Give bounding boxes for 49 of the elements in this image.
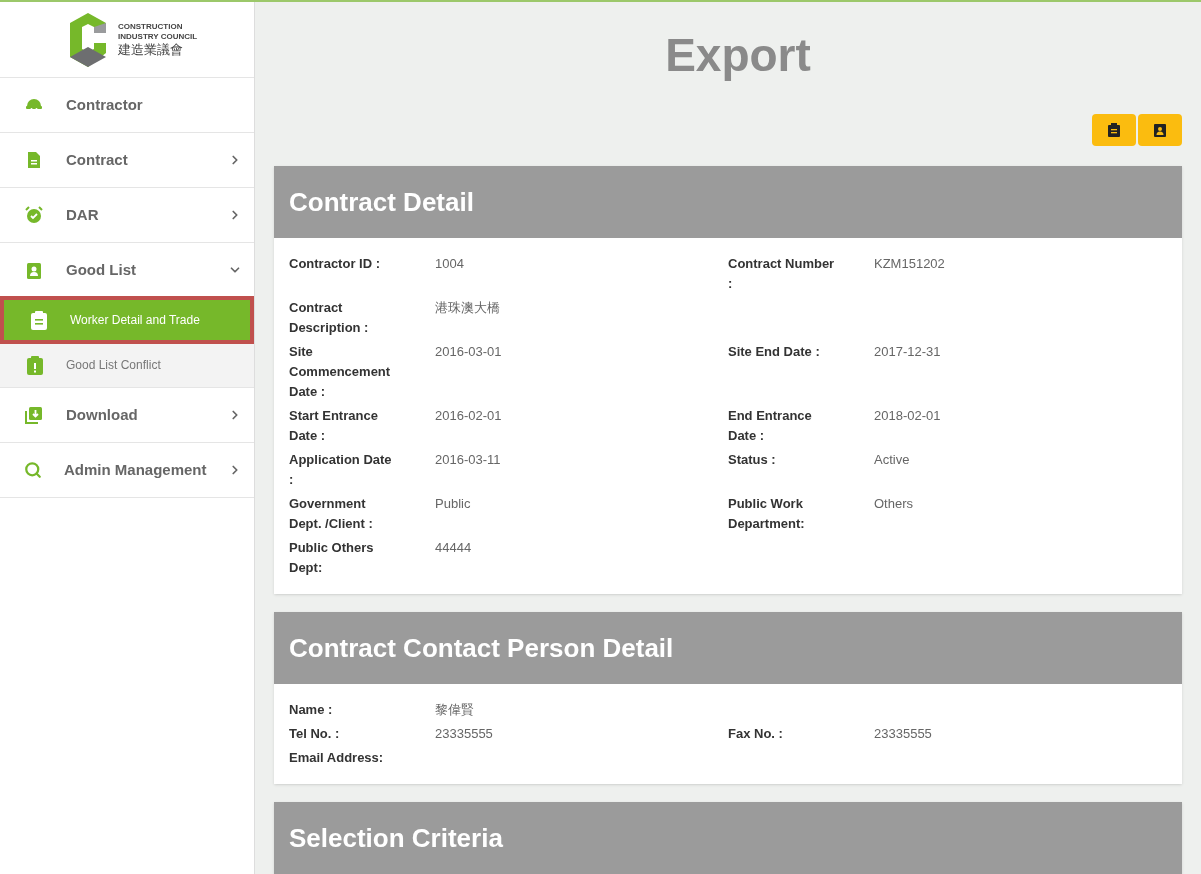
field-value: 2016-03-11 <box>435 451 501 469</box>
field-value: 1004 <box>435 255 464 273</box>
clipboard-icon <box>1108 123 1120 137</box>
field-label: Contract Description : <box>289 299 370 337</box>
logo-chinese-text: 建造業議會 <box>118 41 184 58</box>
clipboard-icon <box>30 310 48 330</box>
field-label: Fax No. : <box>728 725 784 743</box>
export-clipboard-button[interactable] <box>1092 114 1136 146</box>
section-header: Contract Detail <box>274 166 1182 238</box>
field-value: Active <box>874 451 910 469</box>
field-label: Site Commencement Date : <box>289 343 392 401</box>
field-label: Public Work Department: <box>728 495 806 533</box>
alarm-clock-icon <box>24 205 44 225</box>
logo-text: CONSTRUCTION <box>118 21 184 32</box>
field-label: Site End Date : <box>728 343 821 361</box>
logo-text: INDUSTRY COUNCIL <box>118 31 198 42</box>
field-value: Public <box>435 495 471 513</box>
field-label: Public Others Dept: <box>289 539 375 577</box>
page-title: Export <box>664 30 811 80</box>
section-header: Contract Contact Person Detail <box>274 612 1182 684</box>
field-label: End Entrance Date : <box>728 407 813 445</box>
field-value: 2017-12-31 <box>874 343 941 361</box>
badge-person-icon <box>1154 123 1166 137</box>
search-icon <box>24 461 42 479</box>
field-label: Name : <box>289 701 334 719</box>
field-value: 2016-03-01 <box>435 343 502 361</box>
field-label: Status : <box>728 451 777 469</box>
field-label: Application Date : <box>289 451 393 489</box>
field-value: 23335555 <box>874 725 932 743</box>
field-label: Government Dept. /Client : <box>289 495 374 533</box>
sidebar-subitem[interactable]: Good List Conflict <box>0 342 254 387</box>
field-label: Contractor ID : <box>289 255 381 273</box>
field-value: 黎偉賢 <box>435 701 474 719</box>
clipboard-person-icon <box>24 260 44 280</box>
field-label: Email Address: <box>289 749 385 767</box>
download-icon <box>24 405 44 425</box>
field-value: 44444 <box>435 539 472 557</box>
field-value: 2016-02-01 <box>435 407 502 425</box>
field-label: Contract Number : <box>728 255 836 293</box>
field-value: KZM151202 <box>874 255 945 273</box>
field-label: Start Entrance Date : <box>289 407 379 445</box>
field-value: Others <box>874 495 913 513</box>
field-value: 23335555 <box>435 725 493 743</box>
export-person-button[interactable] <box>1138 114 1182 146</box>
section-header: Selection Criteria <box>274 802 1182 874</box>
clipboard-alert-icon <box>26 354 44 375</box>
field-value: 2018-02-01 <box>874 407 941 425</box>
field-value: 港珠澳大橋 <box>435 299 500 317</box>
field-label: Tel No. : <box>289 725 341 743</box>
